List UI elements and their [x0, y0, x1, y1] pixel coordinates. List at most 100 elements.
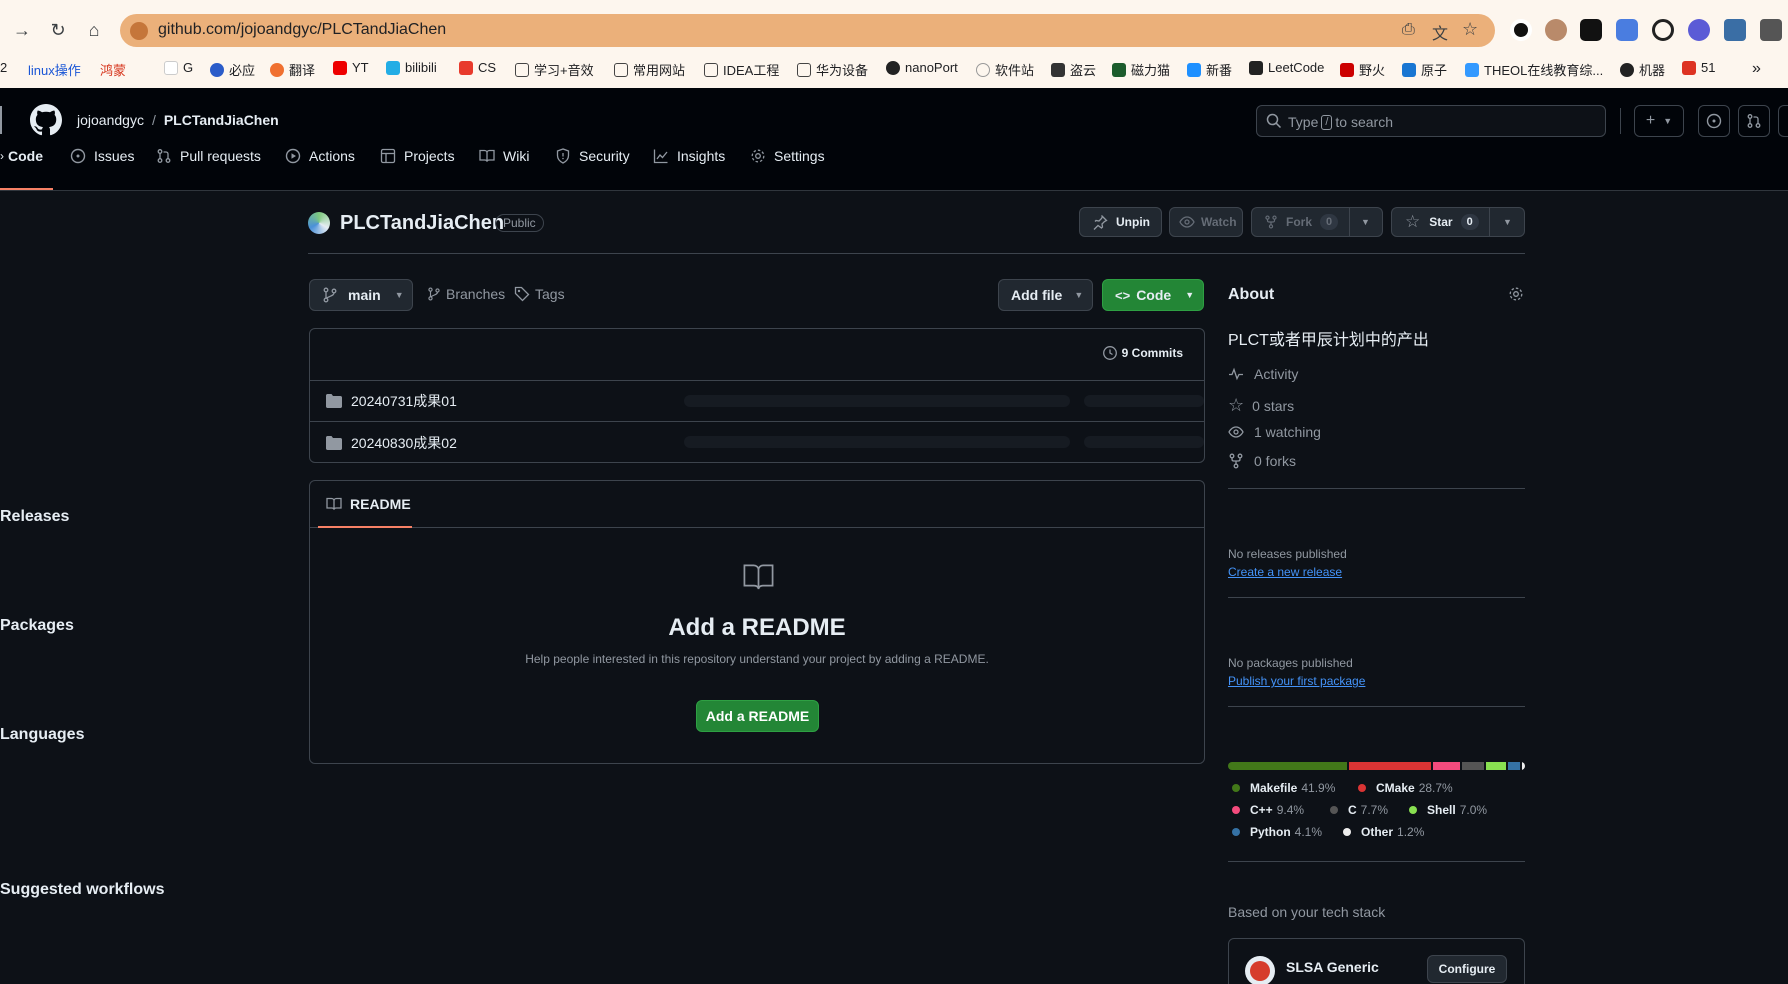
breadcrumb-owner[interactable]: jojoandgyc	[77, 112, 144, 128]
releases-title[interactable]: Releases	[0, 508, 69, 526]
gear-icon[interactable]	[1508, 286, 1524, 302]
bookmark-star-icon[interactable]: ☆	[1462, 19, 1478, 40]
configure-button[interactable]: Configure	[1427, 955, 1507, 983]
watching-link[interactable]: 1 watching	[1228, 424, 1321, 440]
url-text[interactable]: github.com/jojoandgyc/PLCTandJiaChen	[158, 21, 446, 39]
tab-code[interactable]: › Code	[0, 136, 43, 176]
language-item[interactable]: C 7.7%	[1330, 803, 1388, 817]
home-icon[interactable]: ⌂	[82, 18, 106, 42]
star-button[interactable]: ☆ Star 0 ▼	[1391, 207, 1525, 237]
extension-icon[interactable]	[1545, 19, 1567, 41]
reload-icon[interactable]: ↻	[46, 18, 70, 42]
bookmark-item[interactable]: 软件站	[976, 60, 1034, 79]
site-info-icon[interactable]	[130, 22, 148, 40]
code-button[interactable]: <> Code ▼	[1102, 279, 1204, 311]
tab-actions[interactable]: Actions	[285, 136, 355, 176]
forward-icon[interactable]: →	[10, 18, 34, 42]
bookmark-item[interactable]: LeetCode	[1249, 60, 1324, 75]
bookmark-item[interactable]: 鸿蒙	[100, 60, 126, 79]
language-item[interactable]: Python 4.1%	[1232, 825, 1322, 839]
bookmark-item[interactable]: bilibili	[386, 60, 437, 75]
branch-selector[interactable]: main ▼	[309, 279, 413, 311]
bookmark-folder[interactable]: 学习+音效	[515, 60, 594, 79]
bookmark-item[interactable]: G	[164, 60, 193, 75]
bookmark-item[interactable]: 机器	[1620, 60, 1665, 79]
address-bar[interactable]: github.com/jojoandgyc/PLCTandJiaChen ⎙ 文…	[120, 14, 1495, 47]
bookmark-folder[interactable]: 华为设备	[797, 60, 868, 79]
extension-icon[interactable]	[1510, 19, 1532, 41]
forks-link[interactable]: 0 forks	[1228, 453, 1296, 469]
pull-requests-button[interactable]	[1738, 105, 1770, 137]
add-file-button[interactable]: Add file ▼	[998, 279, 1093, 311]
avatar[interactable]	[308, 212, 330, 234]
more-bookmarks-icon[interactable]: »	[1752, 60, 1761, 78]
tags-link[interactable]: Tags	[514, 286, 565, 302]
tab-projects[interactable]: Projects	[380, 136, 455, 176]
bookmark-item[interactable]: 磁力猫	[1112, 60, 1170, 79]
extension-icon[interactable]	[1580, 19, 1602, 41]
commits-link[interactable]: 9 Commits	[1102, 345, 1183, 361]
chevron-down-icon[interactable]: ▼	[1361, 217, 1370, 227]
extension-icon[interactable]	[1724, 19, 1746, 41]
breadcrumb-repo[interactable]: PLCTandJiaChen	[164, 112, 279, 128]
tab-insights[interactable]: Insights	[653, 136, 725, 176]
publish-package-link[interactable]: Publish your first package	[1228, 674, 1365, 688]
folder-name[interactable]: 20240731成果01	[351, 391, 457, 411]
bookmark-folder[interactable]: 常用网站	[614, 60, 685, 79]
tab-pull-requests[interactable]: Pull requests	[156, 136, 261, 176]
tab-security[interactable]: Security	[555, 136, 630, 176]
language-item[interactable]: Shell 7.0%	[1409, 803, 1487, 817]
bookmark-item[interactable]: 2	[0, 60, 7, 75]
issues-button[interactable]	[1698, 105, 1730, 137]
bookmark-item[interactable]: 必应	[210, 60, 255, 79]
extension-icon[interactable]	[1616, 19, 1638, 41]
create-new-button[interactable]: + ▼	[1634, 105, 1684, 137]
translate-icon[interactable]: 文	[1432, 20, 1448, 44]
bookmark-item[interactable]: linux操作	[28, 60, 81, 79]
bookmark-item[interactable]: YT	[333, 60, 369, 75]
fork-button[interactable]: Fork 0 ▼	[1251, 207, 1383, 237]
branches-link[interactable]: Branches	[427, 286, 505, 302]
extension-icon[interactable]	[1760, 19, 1782, 41]
about-title: About	[1228, 286, 1275, 303]
bookmark-item[interactable]: 翻译	[270, 60, 315, 79]
bookmark-item[interactable]: 51	[1682, 60, 1715, 75]
github-logo-icon[interactable]	[30, 104, 62, 136]
stars-link[interactable]: ☆ 0 stars	[1228, 395, 1294, 416]
search-input[interactable]: Type / to search	[1256, 105, 1606, 137]
watch-button[interactable]: Watch	[1169, 207, 1243, 237]
install-app-icon[interactable]: ⎙	[1402, 21, 1415, 39]
inbox-button[interactable]	[1778, 105, 1788, 137]
add-readme-button[interactable]: Add a README	[696, 700, 819, 732]
bookmark-item[interactable]: CS	[459, 60, 496, 75]
bookmark-item[interactable]: 原子	[1402, 60, 1447, 79]
readme-tab[interactable]: README	[326, 496, 411, 512]
chevron-down-icon[interactable]: ▼	[1503, 217, 1512, 227]
bookmark-folder[interactable]: IDEA工程	[704, 60, 779, 79]
history-icon[interactable]	[1652, 19, 1674, 41]
bookmark-item[interactable]: 盗云	[1051, 60, 1096, 79]
language-item[interactable]: C++ 9.4%	[1232, 803, 1304, 817]
language-item[interactable]: CMake 28.7%	[1358, 781, 1453, 795]
bookmark-item[interactable]: 新番	[1187, 60, 1232, 79]
table-row[interactable]: 20240731成果01	[310, 380, 1204, 421]
packages-title[interactable]: Packages	[0, 617, 74, 635]
activity-link[interactable]: Activity	[1228, 366, 1298, 382]
bookmark-item[interactable]: 野火	[1340, 60, 1385, 79]
tab-settings[interactable]: Settings	[750, 136, 825, 176]
tab-wiki[interactable]: Wiki	[479, 136, 529, 176]
folder-name[interactable]: 20240830成果02	[351, 433, 457, 453]
bookmark-item[interactable]: nanoPort	[886, 60, 958, 75]
unpin-button[interactable]: Unpin	[1079, 207, 1162, 237]
bookmark-item[interactable]: THEOL在线教育综...	[1465, 60, 1603, 79]
menu-icon[interactable]	[0, 106, 8, 134]
extension-icon[interactable]	[1688, 19, 1710, 41]
tab-issues[interactable]: Issues	[70, 136, 134, 176]
site-icon	[1465, 62, 1479, 77]
folder-icon	[614, 62, 628, 77]
table-row[interactable]: 20240830成果02	[310, 421, 1204, 463]
language-item[interactable]: Makefile 41.9%	[1232, 781, 1335, 795]
create-release-link[interactable]: Create a new release	[1228, 565, 1342, 579]
language-item[interactable]: Other 1.2%	[1343, 825, 1424, 839]
repo-title[interactable]: PLCTandJiaChen	[340, 212, 504, 235]
